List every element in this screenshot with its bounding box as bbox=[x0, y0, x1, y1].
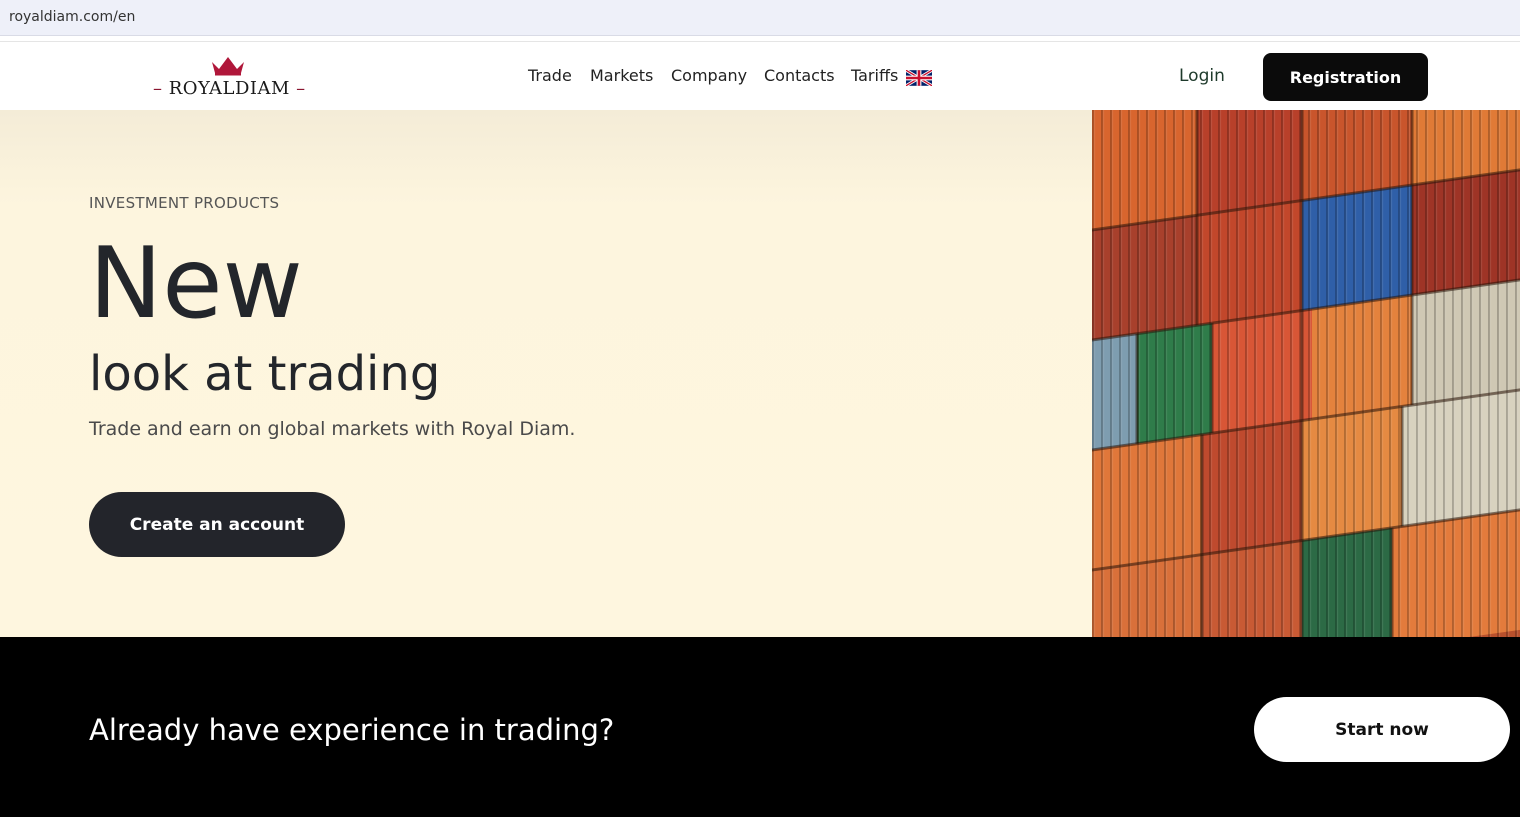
nav-trade[interactable]: Trade bbox=[528, 66, 572, 85]
nav-tariffs[interactable]: Tariffs bbox=[851, 66, 898, 85]
band-heading: Already have experience in trading? bbox=[89, 713, 615, 747]
crown-icon bbox=[212, 57, 244, 76]
royaldiam-logo[interactable]: – ROYALDIAM – bbox=[153, 54, 306, 100]
experience-band: Already have experience in trading? Star… bbox=[0, 637, 1520, 817]
create-account-button[interactable]: Create an account bbox=[89, 492, 345, 557]
hero-title-big: New bbox=[89, 227, 303, 341]
hero-section: INVESTMENT PRODUCTS New look at trading … bbox=[0, 110, 1092, 637]
start-now-button[interactable]: Start now bbox=[1254, 697, 1510, 762]
url-text[interactable]: royaldiam.com/en bbox=[9, 9, 135, 25]
hero-title-rest: look at trading bbox=[89, 346, 441, 402]
browser-address-bar[interactable]: royaldiam.com/en bbox=[0, 0, 1520, 36]
registration-button[interactable]: Registration bbox=[1263, 53, 1428, 101]
hero-subtitle: Trade and earn on global markets with Ro… bbox=[89, 418, 576, 440]
uk-flag-icon[interactable] bbox=[906, 70, 932, 86]
nav-markets[interactable]: Markets bbox=[590, 66, 653, 85]
nav-contacts[interactable]: Contacts bbox=[764, 66, 835, 85]
containers-illustration bbox=[1092, 110, 1520, 637]
hero-eyebrow: INVESTMENT PRODUCTS bbox=[89, 194, 280, 212]
login-link[interactable]: Login bbox=[1179, 66, 1225, 86]
shipping-containers-photo bbox=[1092, 110, 1520, 637]
site-header: – ROYALDIAM – Trade Markets Company Cont… bbox=[0, 41, 1520, 110]
logo-wordmark: – ROYALDIAM – bbox=[153, 78, 306, 99]
nav-company[interactable]: Company bbox=[671, 66, 747, 85]
